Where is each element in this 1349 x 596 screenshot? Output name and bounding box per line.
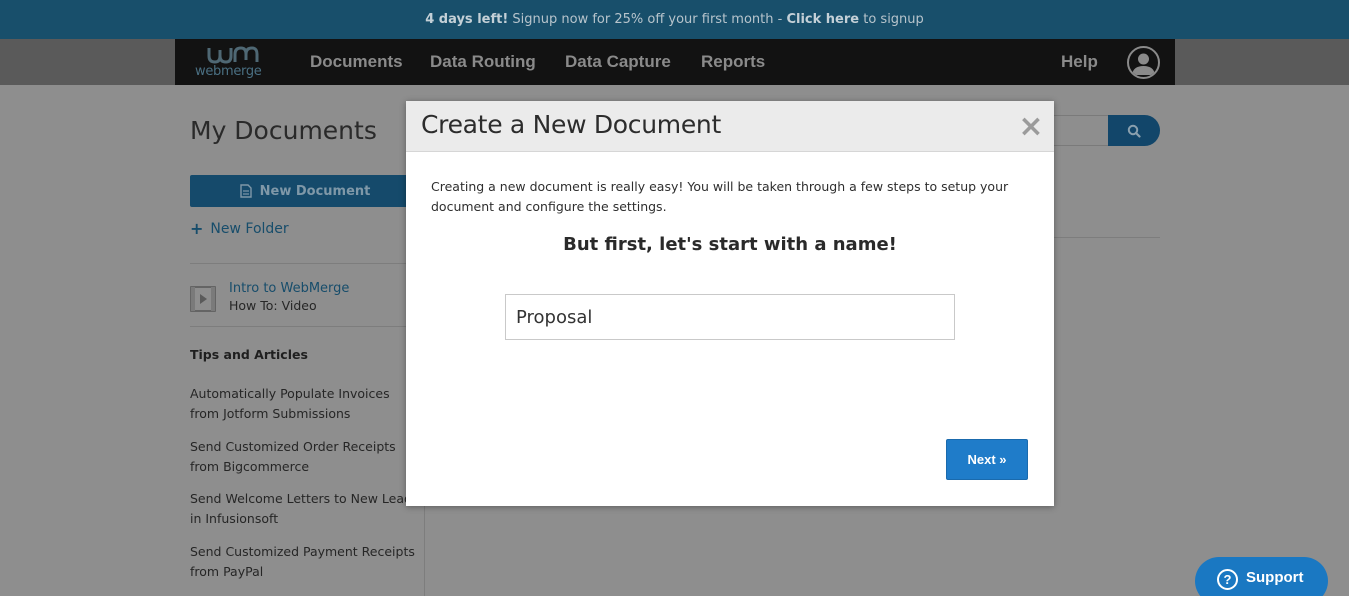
promo-banner: 4 days left! Signup now for 25% off your… [0,0,1349,39]
article-line: from Bigcommerce [190,459,310,474]
sidebar-vertical-divider [424,505,425,596]
create-document-modal: Create a New Document × Creating a new d… [406,101,1054,506]
intro-video-subtitle: How To: Video [229,298,317,313]
document-icon [239,184,252,198]
nav-container: webmerge Documents Data Routing Data Cap… [175,39,1175,85]
webmerge-logo[interactable]: webmerge [195,43,275,81]
article-line: from PayPal [190,564,264,579]
modal-title: Create a New Document [421,110,721,139]
tips-heading: Tips and Articles [190,347,308,362]
page-title: My Documents [190,116,377,145]
new-document-label: New Document [259,183,371,199]
support-button[interactable]: ? Support [1195,557,1328,596]
plus-icon: + [190,219,204,238]
new-folder-link[interactable]: + New Folder [190,219,289,238]
nav-help[interactable]: Help [1061,39,1098,85]
nav-data-capture[interactable]: Data Capture [565,39,671,85]
intro-video-link[interactable]: Intro to WebMerge [229,281,349,296]
document-name-input[interactable] [505,294,955,340]
new-folder-label: New Folder [210,220,289,237]
user-silhouette-icon [1132,53,1155,75]
sidebar-divider [190,263,406,264]
article-link[interactable]: Send Customized Payment Receipts from Pa… [190,542,420,582]
promo-days-left: 4 days left! [425,12,509,27]
article-line: Send Customized Payment Receipts [190,544,415,559]
modal-subheading: But first, let's start with a name! [563,234,897,255]
article-link[interactable]: Send Customized Order Receipts from Bigc… [190,437,420,477]
modal-description: Creating a new document is really easy! … [431,179,1009,214]
article-link[interactable]: Automatically Populate Invoices from Jot… [190,384,420,424]
article-line: from Jotform Submissions [190,406,351,421]
content-divider [1054,237,1160,238]
promo-click-here-link[interactable]: Click here [786,12,859,27]
search-icon [1127,124,1141,138]
nav-reports[interactable]: Reports [701,39,765,85]
article-line: Send Welcome Letters to New Leads [190,491,419,506]
new-document-button[interactable]: New Document [190,175,420,207]
webmerge-logo-icon [207,46,259,64]
close-icon[interactable]: × [1018,112,1044,142]
article-line: in Infusionsoft [190,511,279,526]
article-link[interactable]: Send Welcome Letters to New Leads in Inf… [190,489,420,529]
promo-suffix: to signup [859,12,924,27]
search-button[interactable] [1108,115,1160,146]
modal-header: Create a New Document × [406,101,1054,152]
logo-text: webmerge [195,64,262,79]
video-icon [190,286,216,312]
support-label: Support [1246,569,1304,586]
user-avatar-icon[interactable] [1127,46,1160,79]
next-button[interactable]: Next » [946,439,1028,480]
sidebar-divider [190,326,406,327]
nav-data-routing[interactable]: Data Routing [430,39,536,85]
help-circle-icon: ? [1217,569,1238,590]
top-navigation: webmerge Documents Data Routing Data Cap… [0,39,1349,85]
promo-message: Signup now for 25% off your first month … [508,12,787,27]
article-line: Send Customized Order Receipts [190,439,396,454]
nav-documents[interactable]: Documents [310,39,403,85]
article-line: Automatically Populate Invoices [190,386,390,401]
